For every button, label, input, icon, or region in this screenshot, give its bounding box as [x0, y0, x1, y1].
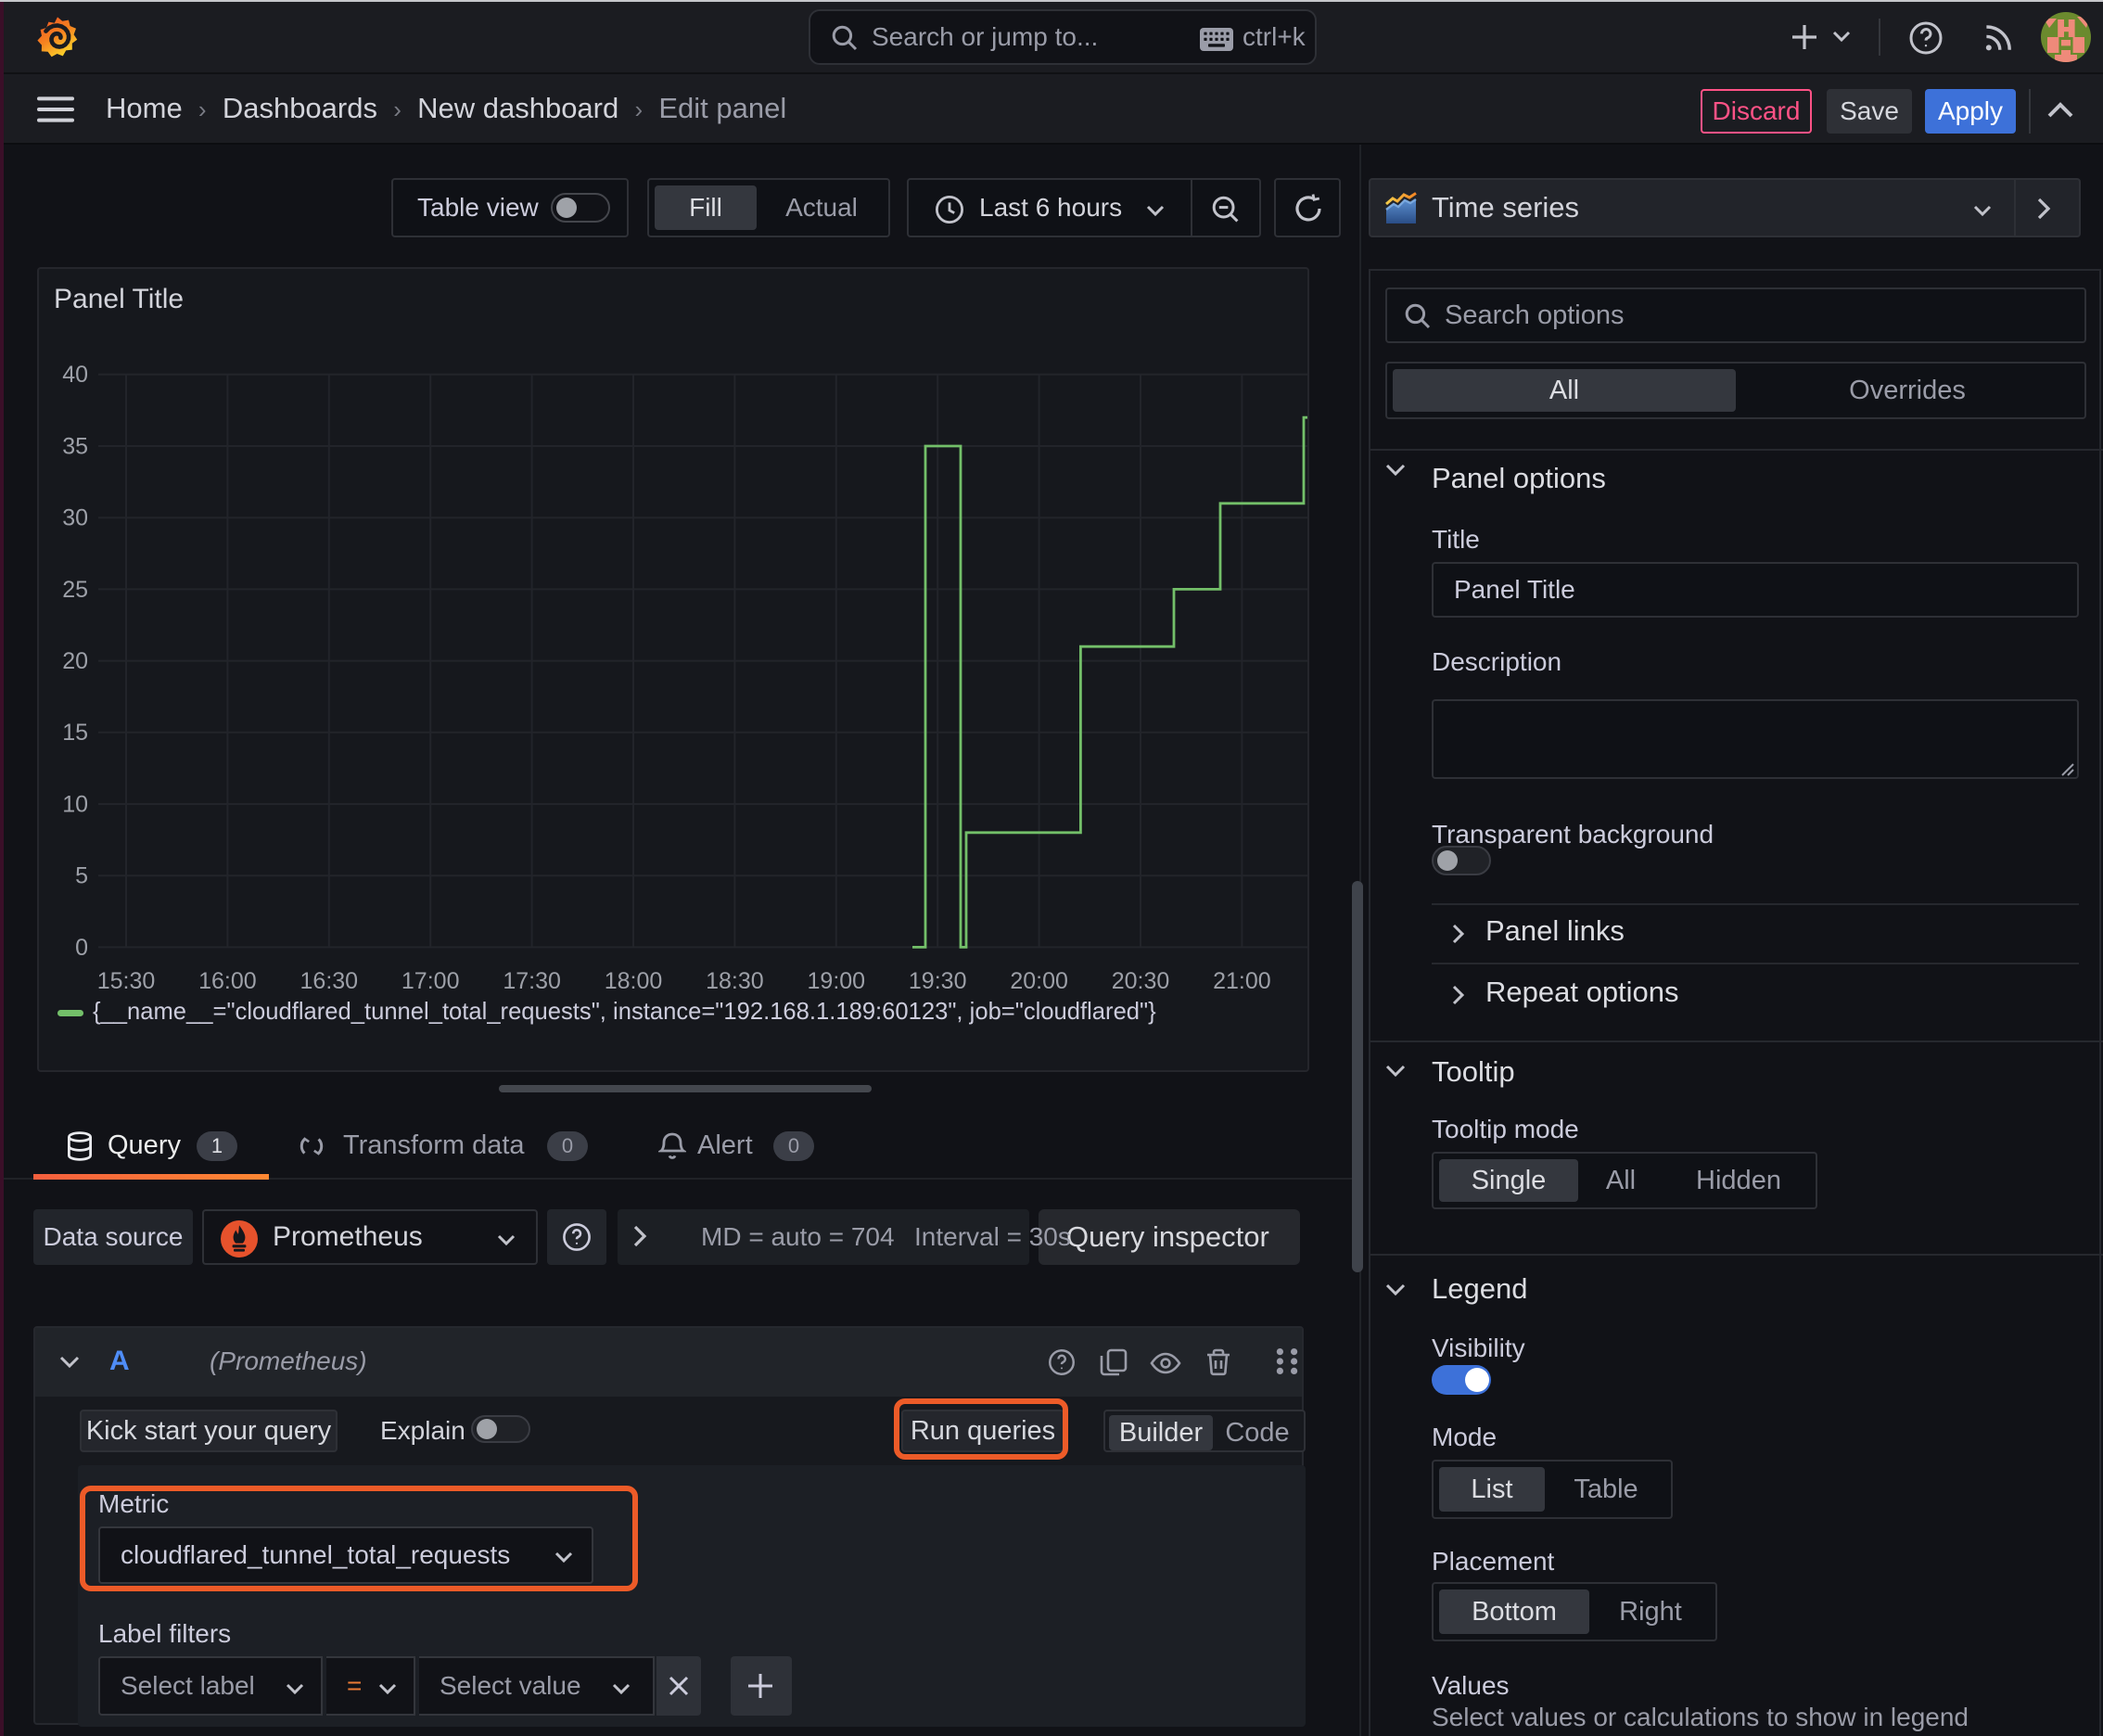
svg-text:35: 35: [62, 433, 88, 459]
svg-text:21:00: 21:00: [1213, 968, 1271, 994]
svg-text:17:30: 17:30: [503, 968, 561, 994]
svg-text:30: 30: [62, 505, 88, 531]
svg-text:16:30: 16:30: [300, 968, 359, 994]
svg-text:17:00: 17:00: [401, 968, 460, 994]
svg-text:16:00: 16:00: [198, 968, 257, 994]
svg-text:15:30: 15:30: [97, 968, 156, 994]
svg-text:15: 15: [62, 720, 88, 746]
svg-text:5: 5: [75, 863, 88, 889]
svg-text:40: 40: [62, 362, 88, 388]
svg-text:18:30: 18:30: [706, 968, 764, 994]
svg-text:18:00: 18:00: [605, 968, 663, 994]
svg-text:20:00: 20:00: [1010, 968, 1068, 994]
svg-text:25: 25: [62, 577, 88, 603]
svg-text:0: 0: [75, 935, 88, 961]
svg-text:20:30: 20:30: [1112, 968, 1170, 994]
svg-text:19:30: 19:30: [909, 968, 967, 994]
svg-text:10: 10: [62, 791, 88, 817]
svg-text:{__name__="cloudflared_tunnel_: {__name__="cloudflared_tunnel_total_requ…: [93, 999, 1156, 1025]
svg-text:19:00: 19:00: [808, 968, 866, 994]
svg-text:20: 20: [62, 648, 88, 674]
